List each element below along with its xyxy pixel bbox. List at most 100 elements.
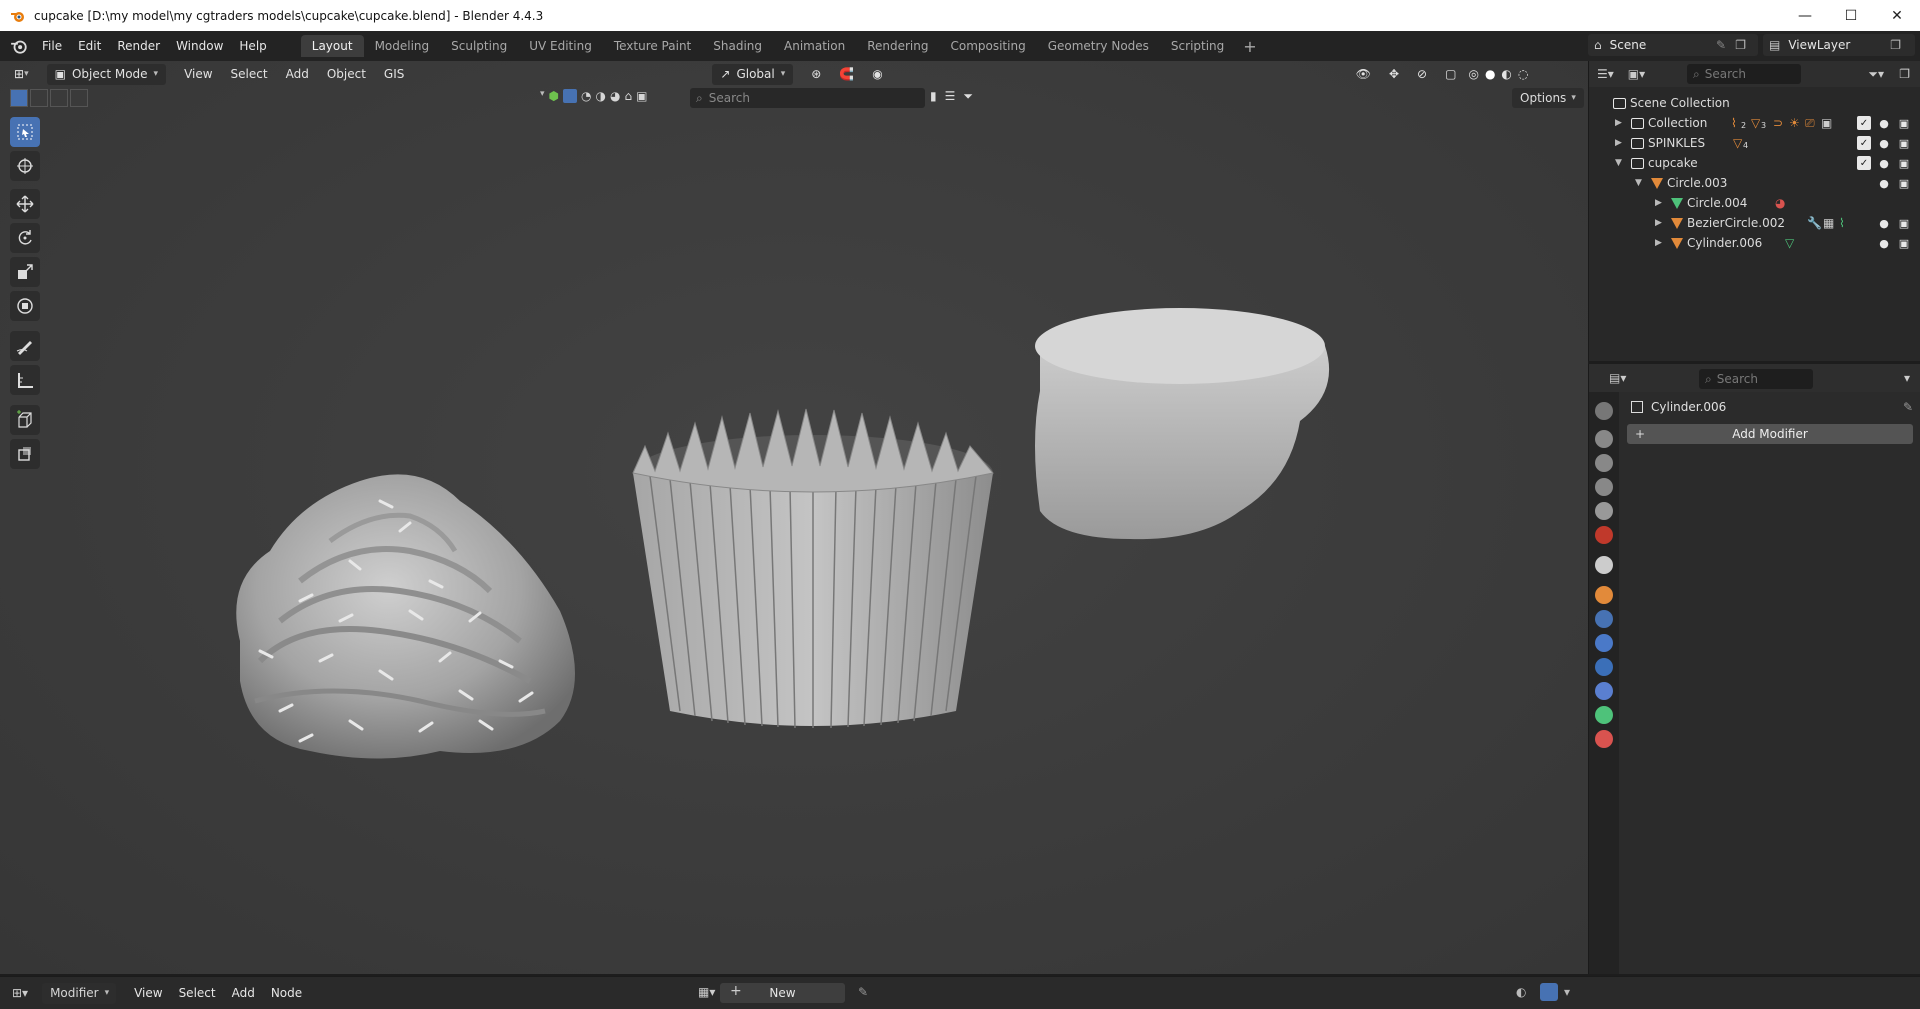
new-collection-icon[interactable]: ❐ (1899, 67, 1910, 81)
outliner-row-scene-collection[interactable]: Scene Collection (1589, 93, 1920, 113)
empty-filter-icon[interactable]: ⌂ (624, 89, 632, 103)
viewport-search[interactable]: ⌕ Search (690, 88, 925, 108)
camera-filter-icon[interactable]: ◕ (610, 89, 620, 103)
curve-filter-icon[interactable]: ◔ (581, 89, 591, 103)
menu-edit[interactable]: Edit (70, 39, 109, 53)
snap-icon[interactable]: 🧲 (830, 63, 863, 85)
scene-tab-icon[interactable] (1595, 502, 1613, 520)
expand-icon[interactable]: ▶ (1655, 238, 1665, 248)
chevron-down-icon[interactable]: ▾ (1904, 371, 1910, 385)
sort-icon[interactable]: ☰ (945, 89, 956, 104)
orientation-dropdown[interactable]: ↗ Global ▾ (712, 63, 794, 85)
material-shading-icon[interactable]: ◐ (1498, 63, 1514, 85)
proportional-edit-icon[interactable]: ◉ (863, 63, 891, 85)
pin-icon[interactable]: ✎ (1716, 38, 1726, 52)
filter-icon[interactable]: ⏷ (963, 89, 973, 104)
expand-icon[interactable]: ▶ (1655, 218, 1665, 228)
tab-uv-editing[interactable]: UV Editing (518, 35, 603, 57)
exclude-checkbox[interactable]: ✓ (1857, 136, 1871, 150)
overlays-icon[interactable]: ⊘ (1408, 63, 1436, 85)
pivot-icon[interactable]: ⊛ (802, 63, 830, 85)
editor-type-button[interactable]: ⊞ ▾ (0, 63, 38, 85)
bookmark-icon[interactable]: ▮ (930, 89, 937, 104)
frosting-object[interactable] (236, 474, 575, 759)
add-object-tool[interactable] (10, 439, 40, 469)
render-camera-icon[interactable]: ▣ (1897, 176, 1911, 190)
snap-icon[interactable]: ◐ (1516, 985, 1526, 999)
exclude-checkbox[interactable]: ✓ (1857, 116, 1871, 130)
tab-layout[interactable]: Layout (300, 35, 364, 57)
gizmo-icon[interactable]: ✥ (1380, 63, 1408, 85)
menu-window[interactable]: Window (168, 39, 231, 53)
vp-menu-select[interactable]: Select (222, 63, 277, 85)
menu-help[interactable]: Help (231, 39, 274, 53)
rotate-tool[interactable] (10, 223, 40, 253)
outliner-row-cupcake[interactable]: ▼ cupcake ✓ ● ▣ (1589, 153, 1920, 173)
tab-texture-paint[interactable]: Texture Paint (603, 35, 702, 57)
tab-sculpting[interactable]: Sculpting (440, 35, 518, 57)
scene-selector[interactable]: ⌂ Scene ✎ ❐ (1588, 34, 1758, 56)
chevron-down-icon[interactable]: ▾ (540, 89, 545, 103)
visibility-icon[interactable]: 👁 (1347, 63, 1380, 85)
menu-render[interactable]: Render (109, 39, 168, 53)
maximize-button[interactable]: ☐ (1828, 0, 1874, 31)
bottom-menu-add[interactable]: Add (224, 986, 263, 1000)
pin-icon[interactable]: ✎ (1903, 400, 1913, 414)
annotate-tool[interactable] (10, 331, 40, 361)
select-subtract-icon[interactable] (50, 89, 68, 107)
render-camera-icon[interactable]: ▣ (1897, 236, 1911, 250)
render-camera-icon[interactable]: ▣ (1897, 116, 1911, 130)
vp-menu-view[interactable]: View (175, 63, 221, 85)
eye-icon[interactable]: ● (1877, 136, 1891, 150)
object-type-icon[interactable]: ⬢ (549, 89, 559, 103)
mesh-filter-icon[interactable] (563, 89, 578, 103)
outliner-row-collection[interactable]: ▶ Collection ⌇ 2 ▽ 3 ⊃ ☀ ⎚ ▣ ✓ ● ▣ (1589, 113, 1920, 133)
wrapper-object[interactable] (632, 408, 994, 729)
render-tab-icon[interactable] (1595, 430, 1613, 448)
editor-type-icon[interactable]: ⊞▾ (12, 986, 28, 1000)
properties-search[interactable]: ⌕ Search (1699, 369, 1813, 389)
output-tab-icon[interactable] (1595, 454, 1613, 472)
add-workspace-button[interactable]: + (1235, 37, 1264, 56)
expand-icon[interactable]: ▶ (1615, 138, 1625, 148)
properties-editor-icon[interactable]: ▤▾ (1609, 371, 1626, 385)
outliner-row-circle004[interactable]: ▶ Circle.004 ◕ (1589, 193, 1920, 213)
bottom-menu-select[interactable]: Select (171, 986, 224, 1000)
collapse-icon[interactable]: ▼ (1615, 158, 1625, 168)
node-tree-type-dropdown[interactable]: Modifier ▾ (42, 982, 117, 1004)
xray-icon[interactable]: ▢ (1436, 63, 1465, 85)
modifier-tab-icon[interactable] (1595, 610, 1613, 628)
bottom-menu-node[interactable]: Node (263, 986, 310, 1000)
tab-shading[interactable]: Shading (702, 35, 773, 57)
outliner-row-circle003[interactable]: ▼ Circle.003 ● ▣ (1589, 173, 1920, 193)
world-tab-icon[interactable] (1595, 526, 1613, 544)
constraints-tab-icon[interactable] (1595, 682, 1613, 700)
tab-rendering[interactable]: Rendering (856, 35, 939, 57)
exclude-checkbox[interactable]: ✓ (1857, 156, 1871, 170)
object-tab-icon[interactable] (1595, 586, 1613, 604)
collapse-icon[interactable]: ▼ (1635, 178, 1645, 188)
add-cube-tool[interactable] (10, 405, 40, 435)
render-camera-icon[interactable]: ▣ (1897, 156, 1911, 170)
rendered-shading-icon[interactable]: ◌ (1515, 63, 1531, 85)
select-extend-icon[interactable] (30, 89, 48, 107)
bottom-menu-view[interactable]: View (126, 986, 170, 1000)
tab-scripting[interactable]: Scripting (1160, 35, 1235, 57)
select-box-tool[interactable] (10, 117, 40, 147)
tab-modeling[interactable]: Modeling (364, 35, 441, 57)
new-viewlayer-icon[interactable]: ❐ (1890, 38, 1901, 52)
tab-geometry-nodes[interactable]: Geometry Nodes (1037, 35, 1160, 57)
outliner-row-spinkles[interactable]: ▶ SPINKLES ▽ 4 ✓ ● ▣ (1589, 133, 1920, 153)
menu-file[interactable]: File (34, 39, 70, 53)
vp-menu-gis[interactable]: GIS (375, 63, 413, 85)
outliner-row-cylinder006[interactable]: ▶ Cylinder.006 ▽ ● ▣ (1589, 233, 1920, 253)
move-tool[interactable] (10, 189, 40, 219)
outliner-row-beziercircle002[interactable]: ▶ BezierCircle.002 🔧 ▦ ⌇ ● ▣ (1589, 213, 1920, 233)
solid-shading-icon[interactable]: ● (1482, 63, 1498, 85)
expand-icon[interactable]: ▶ (1655, 198, 1665, 208)
data-tab-icon[interactable] (1595, 706, 1613, 724)
tool-tab-icon[interactable] (1595, 402, 1613, 420)
expand-icon[interactable]: ▶ (1615, 118, 1625, 128)
select-invert-icon[interactable] (70, 89, 88, 107)
cursor-tool[interactable] (10, 151, 40, 181)
